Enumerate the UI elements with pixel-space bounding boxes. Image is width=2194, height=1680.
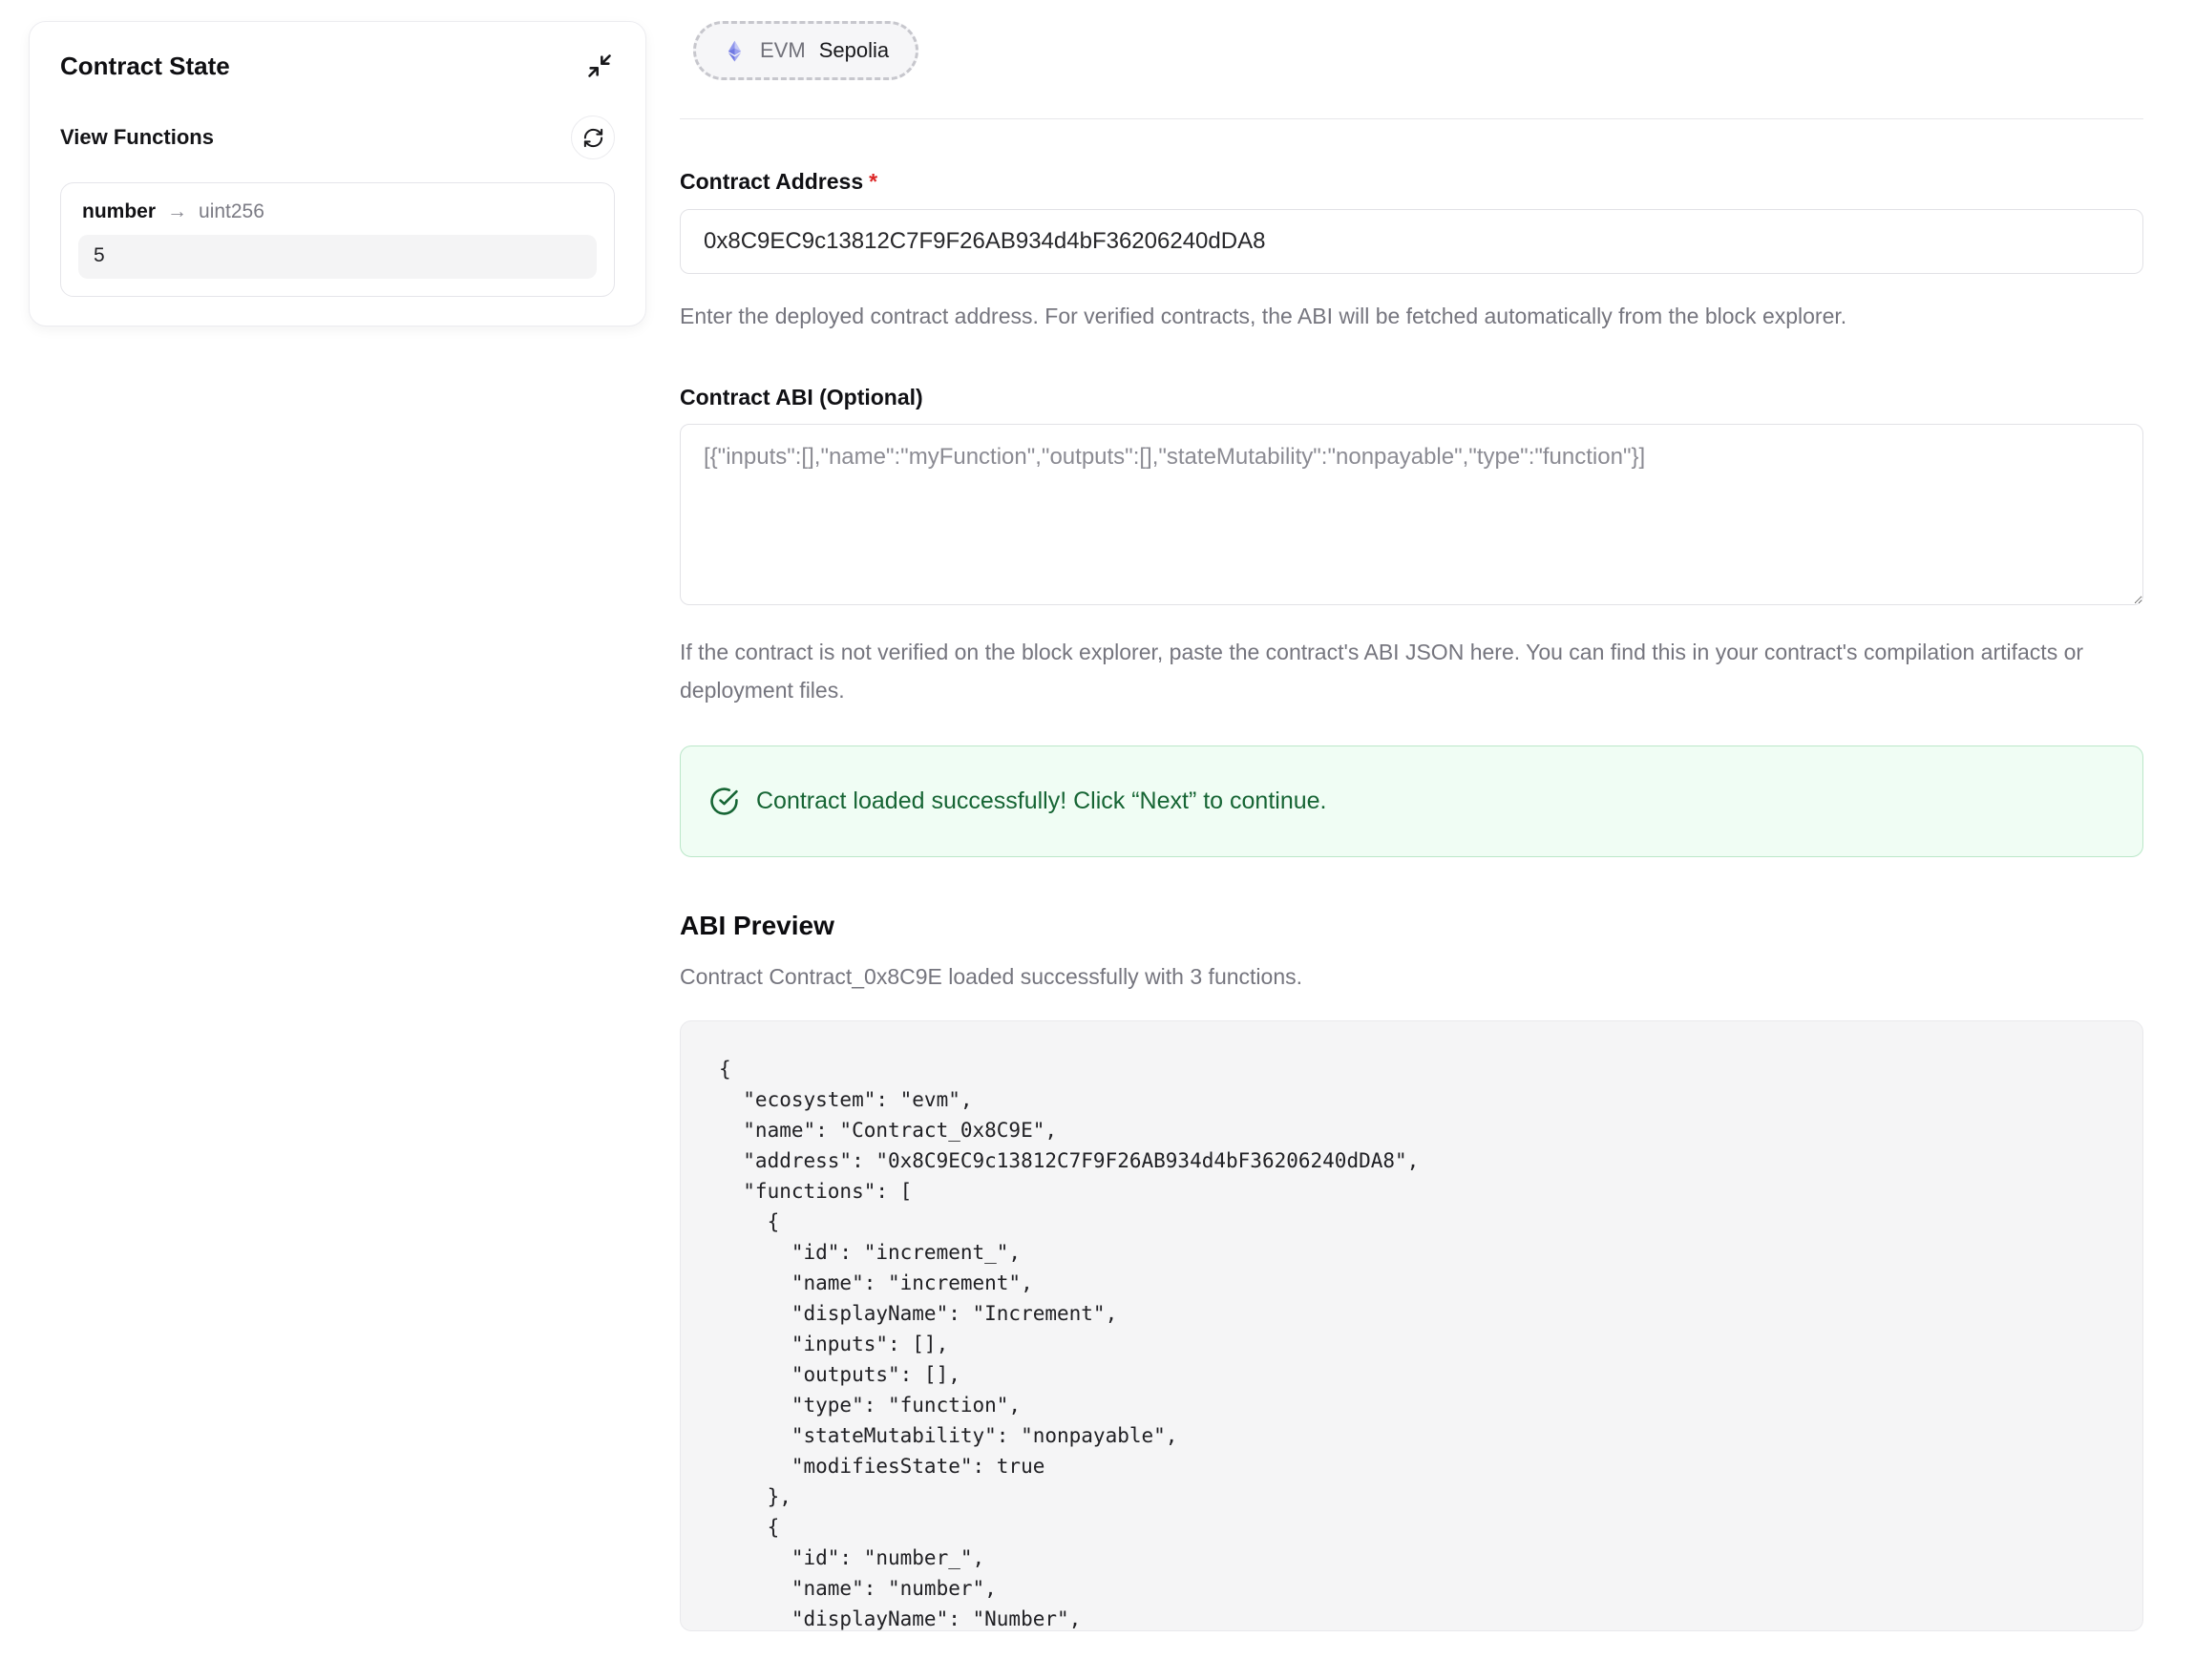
abi-preview-title: ABI Preview (680, 911, 2143, 941)
refresh-button[interactable] (571, 116, 615, 159)
header-divider (680, 118, 2143, 119)
success-alert: Contract loaded successfully! Click “Nex… (680, 746, 2143, 857)
contract-state-header: Contract State (60, 51, 615, 81)
function-result-value: 5 (78, 235, 597, 279)
contract-state-panel: Contract State View Functions (29, 21, 646, 326)
ecosystem-label: EVM (760, 38, 806, 63)
contract-abi-help: If the contract is not verified on the b… (680, 633, 2143, 709)
function-return-type: uint256 (199, 200, 264, 223)
ethereum-icon (723, 39, 747, 63)
contract-address-input[interactable] (680, 209, 2143, 274)
function-signature: number → uint256 (78, 200, 597, 223)
abi-preview-code-block[interactable]: { "ecosystem": "evm", "name": "Contract_… (680, 1020, 2143, 1631)
success-message: Contract loaded successfully! Click “Nex… (756, 788, 1326, 815)
check-circle-icon (709, 787, 739, 816)
abi-json-code: { "ecosystem": "evm", "name": "Contract_… (719, 1054, 2104, 1631)
arrow-right-icon: → (167, 200, 187, 223)
contract-address-help: Enter the deployed contract address. For… (680, 297, 2143, 335)
contract-setup-form: EVM Sepolia Contract Address* Enter the … (680, 21, 2143, 1631)
network-badge[interactable]: EVM Sepolia (693, 21, 918, 80)
contract-address-label-text: Contract Address (680, 169, 863, 194)
refresh-icon (582, 127, 604, 149)
contract-abi-textarea[interactable] (680, 424, 2143, 605)
contract-abi-label: Contract ABI (Optional) (680, 385, 2143, 410)
minimize-icon (586, 52, 613, 79)
function-name: number (82, 200, 156, 223)
contract-state-title: Contract State (60, 52, 230, 81)
contract-address-label: Contract Address* (680, 169, 2143, 195)
abi-preview-subtitle: Contract Contract_0x8C9E loaded successf… (680, 964, 2143, 990)
required-marker: * (869, 169, 877, 194)
function-card-number: number → uint256 5 (60, 182, 615, 297)
network-label: Sepolia (819, 38, 889, 63)
view-functions-row: View Functions (60, 116, 615, 159)
screen: Contract State View Functions (0, 0, 2194, 1680)
view-functions-title: View Functions (60, 125, 214, 150)
collapse-panel-button[interactable] (584, 51, 615, 81)
